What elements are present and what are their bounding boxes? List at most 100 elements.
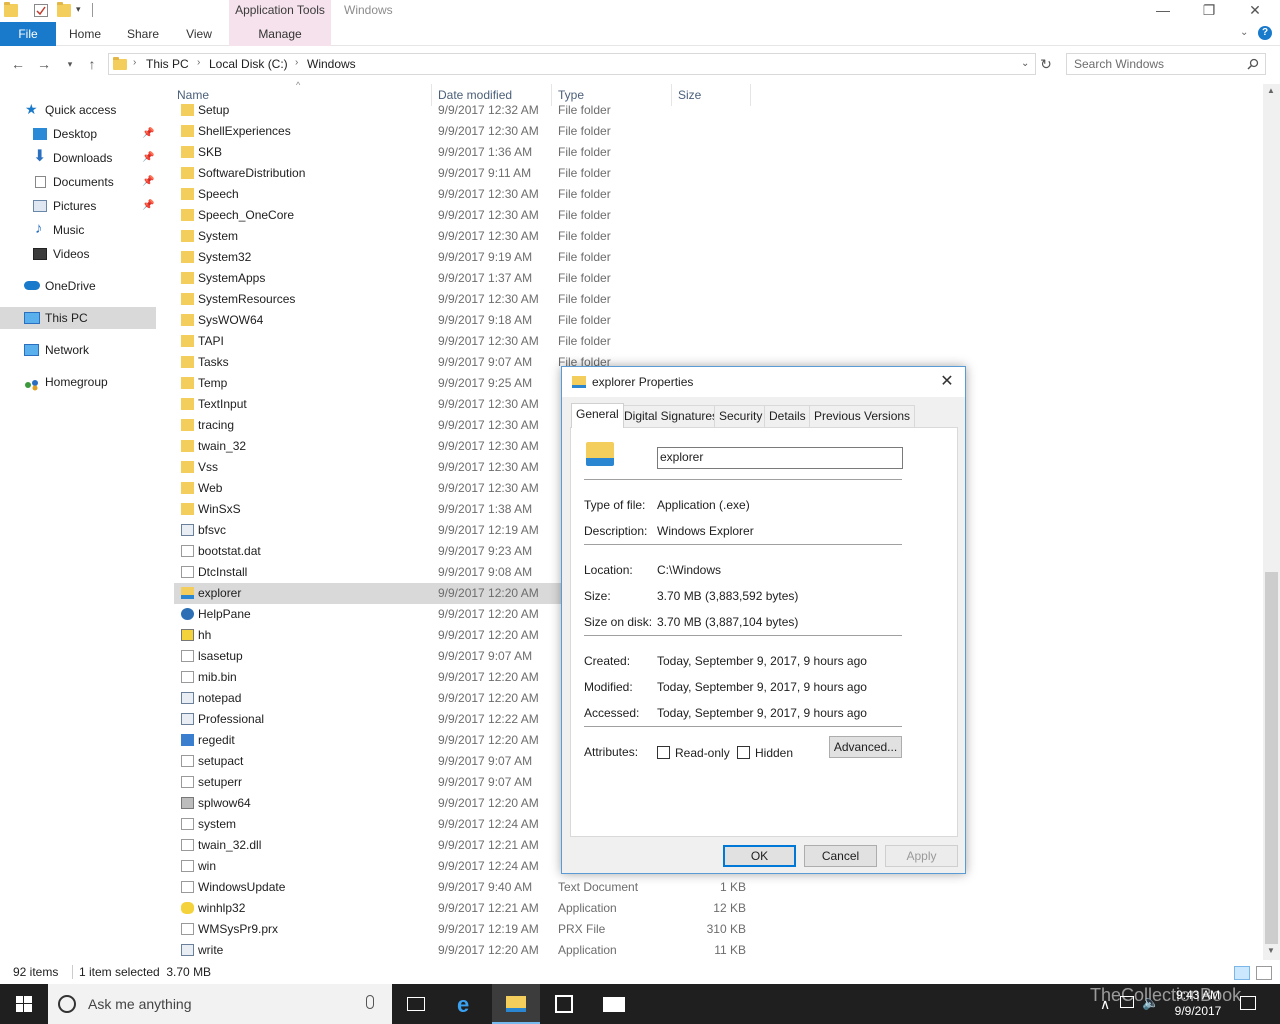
address-bar[interactable]: › This PC › Local Disk (C:) › Windows ⌄: [108, 53, 1036, 75]
file-row[interactable]: winhlp32 9/9/2017 12:21 AM Application 12 K…: [174, 898, 764, 919]
hidden-label: Hidden: [755, 746, 794, 760]
nav-item-music[interactable]: ♪ Music: [0, 219, 156, 241]
tab-share[interactable]: Share: [120, 22, 166, 46]
refresh-icon[interactable]: ↻: [1036, 54, 1056, 74]
tab-details[interactable]: Details: [764, 405, 811, 427]
close-button[interactable]: ✕: [1232, 0, 1278, 22]
pin-icon[interactable]: 📌: [142, 123, 154, 145]
breadcrumb-windows[interactable]: Windows: [307, 57, 356, 71]
file-type: File folder: [558, 334, 611, 348]
recent-locations-icon[interactable]: ▾: [60, 54, 80, 74]
folder-icon: [181, 209, 194, 221]
search-input[interactable]: Search Windows: [1074, 57, 1164, 71]
details-view-icon[interactable]: [1234, 966, 1250, 980]
pin-icon[interactable]: 📌: [142, 147, 154, 169]
nav-item-homegroup[interactable]: Homegroup: [0, 371, 156, 393]
hidden-checkbox[interactable]: [737, 746, 750, 759]
qat-dropdown-icon[interactable]: ▾: [76, 4, 81, 15]
modified-value: Today, September 9, 2017, 9 hours ago: [657, 680, 867, 694]
tab-manage[interactable]: Manage: [229, 22, 331, 46]
file-row[interactable]: Speech 9/9/2017 12:30 AM File folder: [174, 184, 764, 205]
readonly-checkbox[interactable]: [657, 746, 670, 759]
file-row[interactable]: Speech_OneCore 9/9/2017 12:30 AM File fold…: [174, 205, 764, 226]
action-center-icon[interactable]: [1240, 996, 1256, 1010]
microphone-icon[interactable]: [366, 995, 374, 1009]
ribbon-expand-icon[interactable]: ⌄: [1240, 27, 1248, 38]
edge-taskbar-button[interactable]: e: [443, 984, 491, 1024]
description-value: Windows Explorer: [657, 524, 754, 538]
new-folder-icon[interactable]: [57, 2, 71, 17]
help-icon[interactable]: ?: [1258, 26, 1272, 40]
file-row[interactable]: System 9/9/2017 12:30 AM File folder: [174, 226, 764, 247]
nav-item-pictures[interactable]: Pictures 📌: [0, 195, 156, 217]
mail-taskbar-button[interactable]: [590, 984, 638, 1024]
nav-item-desktop[interactable]: Desktop 📌: [0, 123, 156, 145]
cortana-search-box[interactable]: Ask me anything: [48, 984, 392, 1024]
tab-view[interactable]: View: [176, 22, 222, 46]
file-row[interactable]: TAPI 9/9/2017 12:30 AM File folder: [174, 331, 764, 352]
apply-button[interactable]: Apply: [885, 845, 958, 867]
store-taskbar-button[interactable]: [540, 984, 588, 1024]
tab-home[interactable]: Home: [62, 22, 108, 46]
network-tray-icon[interactable]: [1120, 996, 1134, 1008]
task-view-button[interactable]: [392, 984, 440, 1024]
file-type: Application: [558, 901, 617, 915]
nav-item-documents[interactable]: Documents 📌: [0, 171, 156, 193]
tab-general[interactable]: General: [571, 403, 624, 428]
dialog-close-button[interactable]: ✕: [932, 371, 962, 393]
tab-digital-signatures[interactable]: Digital Signatures: [619, 405, 724, 427]
nav-item-quick-access[interactable]: ★ Quick access: [0, 99, 156, 121]
file-row[interactable]: WindowsUpdate 9/9/2017 9:40 AM Text Docume…: [174, 877, 764, 898]
file-row[interactable]: SKB 9/9/2017 1:36 AM File folder: [174, 142, 764, 163]
pin-icon[interactable]: 📌: [142, 171, 154, 193]
start-button[interactable]: [0, 984, 48, 1024]
file-row[interactable]: write 9/9/2017 12:20 AM Application 11 KB: [174, 940, 764, 960]
breadcrumb-this-pc[interactable]: This PC: [146, 57, 189, 71]
tray-chevron-icon[interactable]: ∧: [1100, 996, 1110, 1013]
nav-item-network[interactable]: Network: [0, 339, 156, 361]
system-clock[interactable]: 9:43 AM 9/9/2017: [1160, 987, 1236, 1019]
file-row[interactable]: WMSysPr9.prx 9/9/2017 12:19 AM PRX File 310…: [174, 919, 764, 940]
file-row[interactable]: SystemApps 9/9/2017 1:37 AM File folder: [174, 268, 764, 289]
ribbon-tabs: File Home Share View Manage ⌄ ?: [0, 22, 1280, 46]
minimize-button[interactable]: —: [1140, 0, 1186, 22]
large-icons-view-icon[interactable]: [1256, 966, 1272, 980]
nav-item-onedrive[interactable]: OneDrive: [0, 275, 156, 297]
tab-previous-versions[interactable]: Previous Versions: [809, 405, 916, 427]
nav-item-downloads[interactable]: ⬇ Downloads 📌: [0, 147, 156, 169]
file-row[interactable]: SysWOW64 9/9/2017 9:18 AM File folder: [174, 310, 764, 331]
file-row[interactable]: ShellExperiences 9/9/2017 12:30 AM File fo…: [174, 121, 764, 142]
scroll-up-icon[interactable]: ▲: [1267, 86, 1275, 95]
breadcrumb-local-disk[interactable]: Local Disk (C:): [209, 57, 288, 71]
advanced-button[interactable]: Advanced...: [829, 736, 902, 758]
file-explorer-taskbar-button[interactable]: [492, 984, 540, 1024]
volume-icon[interactable]: 🔈: [1142, 994, 1159, 1011]
dialog-title-bar[interactable]: explorer Properties ✕: [562, 367, 965, 397]
cancel-button[interactable]: Cancel: [804, 845, 877, 867]
back-arrow-icon[interactable]: ←: [8, 54, 28, 74]
scrollbar-thumb[interactable]: [1265, 572, 1278, 944]
file-name-input[interactable]: explorer: [657, 447, 903, 469]
tab-security[interactable]: Security: [714, 405, 768, 427]
nav-item-videos[interactable]: Videos: [0, 243, 156, 265]
file-row[interactable]: SoftwareDistribution 9/9/2017 9:11 AM File…: [174, 163, 764, 184]
up-arrow-icon[interactable]: ↑: [82, 54, 102, 74]
tab-file[interactable]: File: [0, 22, 56, 46]
file-size: 12 KB: [713, 901, 746, 915]
maximize-button[interactable]: ❐: [1186, 0, 1232, 22]
cortana-input[interactable]: Ask me anything: [88, 996, 192, 1012]
search-icon[interactable]: [1247, 58, 1259, 70]
nav-item-this-pc[interactable]: This PC: [0, 307, 156, 329]
search-box[interactable]: Search Windows: [1066, 53, 1266, 75]
file-row[interactable]: System32 9/9/2017 9:19 AM File folder: [174, 247, 764, 268]
forward-arrow-icon[interactable]: →: [34, 54, 54, 74]
file-row[interactable]: Setup 9/9/2017 12:32 AM File folder: [174, 100, 764, 121]
file-date: 9/9/2017 12:19 AM: [438, 922, 539, 936]
scroll-down-icon[interactable]: ▼: [1267, 946, 1275, 955]
file-row[interactable]: SystemResources 9/9/2017 12:30 AM File fol…: [174, 289, 764, 310]
properties-icon[interactable]: [34, 4, 48, 17]
pin-icon[interactable]: 📌: [142, 195, 154, 217]
file-type: File folder: [558, 250, 611, 264]
address-dropdown-icon[interactable]: ⌄: [1021, 58, 1029, 69]
ok-button[interactable]: OK: [723, 845, 796, 867]
